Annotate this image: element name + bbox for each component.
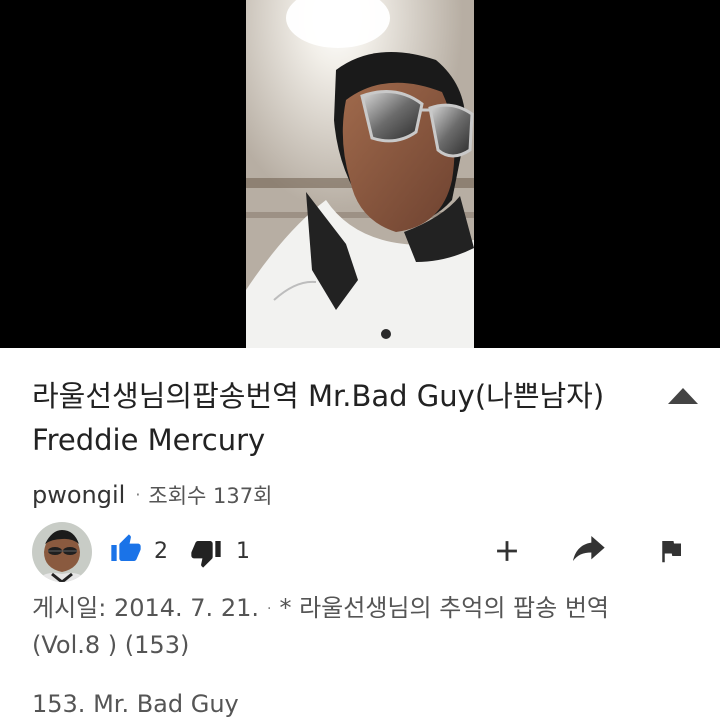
thumbs-down-icon xyxy=(191,541,221,568)
thumbs-up-icon xyxy=(111,534,141,561)
channel-name[interactable]: pwongil xyxy=(32,481,125,509)
like-count: 2 xyxy=(154,539,168,564)
video-player[interactable] xyxy=(0,0,720,348)
channel-avatar[interactable] xyxy=(32,522,92,582)
share-arrow-icon xyxy=(573,536,605,561)
meta-separator: · xyxy=(135,485,141,504)
like-button[interactable] xyxy=(110,532,142,566)
video-title: 라울선생님의팝송번역 Mr.Bad Guy(나쁜남자) Freddie Merc… xyxy=(32,379,605,457)
share-button[interactable] xyxy=(568,534,608,568)
dislike-count: 1 xyxy=(236,539,250,564)
video-frame xyxy=(246,0,474,348)
video-description: 게시일: 2014. 7. 21. · * 라울선생님의 추억의 팝송 번역 (Vo… xyxy=(32,592,682,662)
dislike-button[interactable] xyxy=(190,536,222,570)
collapse-description-button[interactable] xyxy=(666,384,700,406)
report-button[interactable] xyxy=(656,534,686,568)
avatar-image xyxy=(32,522,92,582)
description-separator: · xyxy=(267,601,272,617)
video-meta: pwongil · 조회수 137회 xyxy=(32,478,272,515)
plus-icon xyxy=(497,541,517,561)
chevron-up-icon xyxy=(668,388,698,404)
video-thumbnail xyxy=(246,0,474,348)
view-count: 조회수 137회 xyxy=(148,484,273,508)
description-line: 153. Mr. Bad Guy xyxy=(32,690,239,718)
add-to-playlist-button[interactable] xyxy=(490,534,524,568)
publish-date: 게시일: 2014. 7. 21. xyxy=(32,594,259,622)
flag-icon xyxy=(662,541,681,563)
action-bar: 2 1 xyxy=(0,520,720,584)
